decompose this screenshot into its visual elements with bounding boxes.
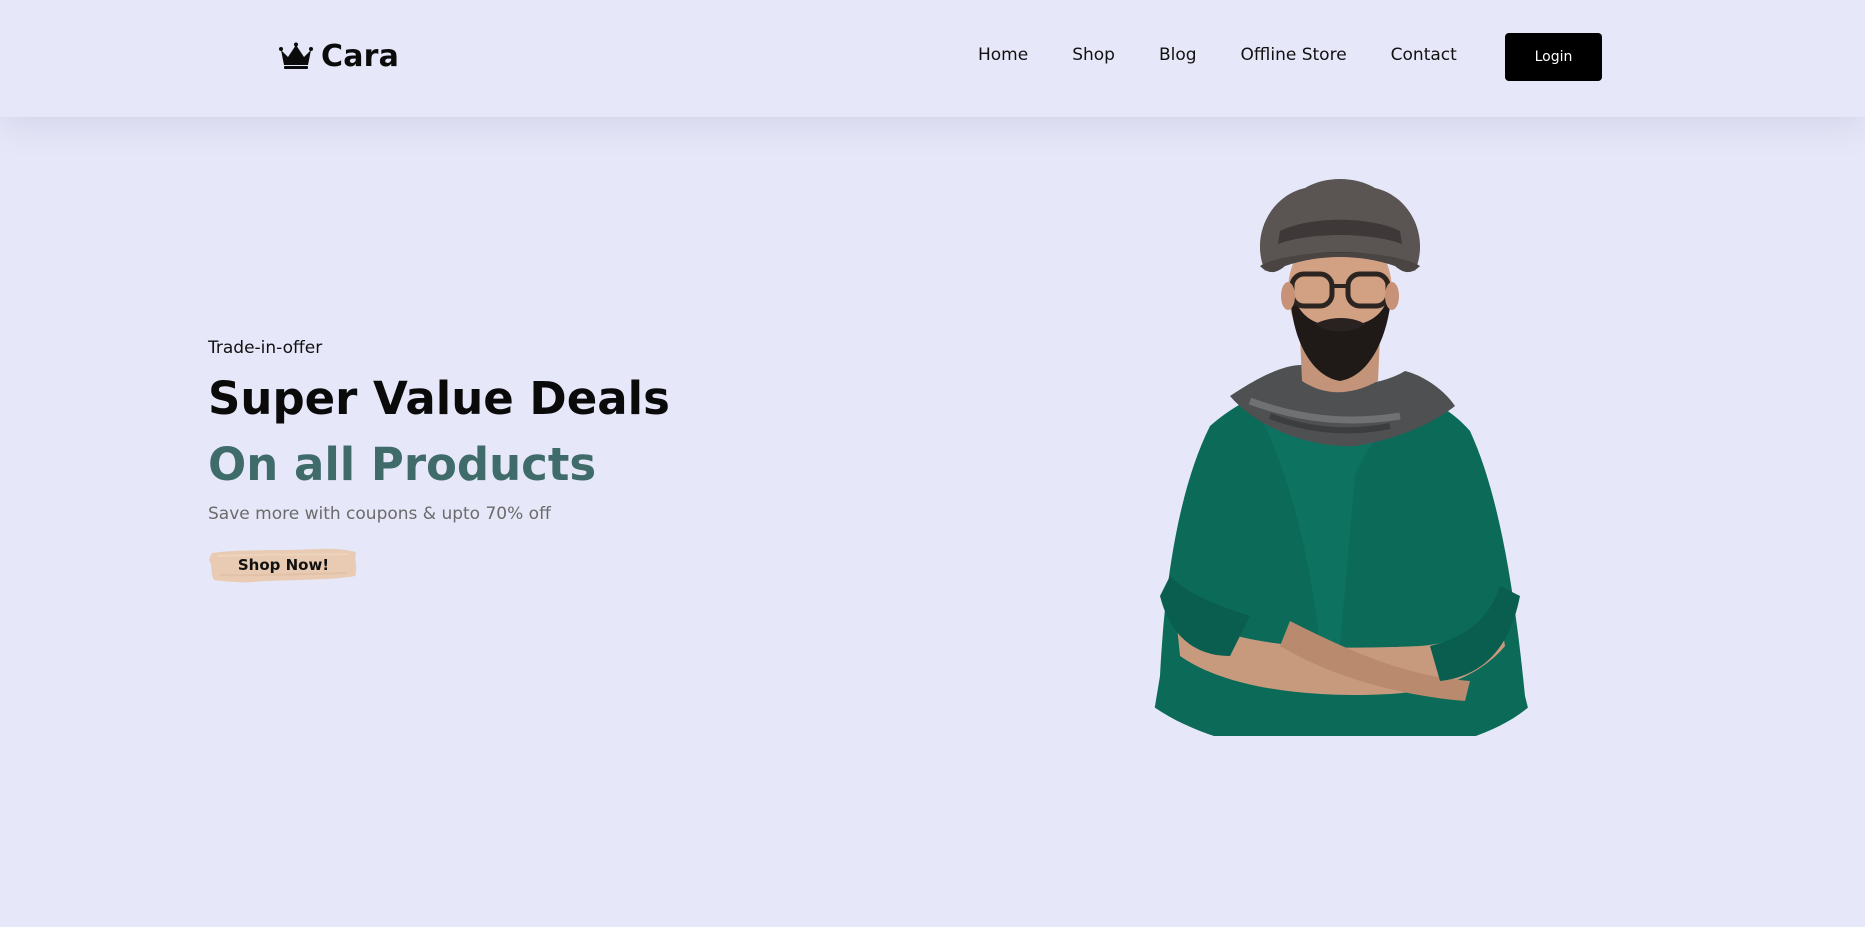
shop-now-label: Shop Now!: [237, 556, 330, 574]
nav-home[interactable]: Home: [978, 45, 1028, 65]
site-header: Cara Home Shop Blog Offline Store Contac…: [0, 0, 1865, 117]
hero-description: Save more with coupons & upto 70% off: [208, 504, 551, 524]
crown-icon: [279, 42, 313, 69]
shop-now-button[interactable]: Shop Now!: [208, 546, 359, 584]
hero-content: Trade-in-offer Super Value Deals On all …: [208, 338, 670, 584]
login-button[interactable]: Login: [1505, 33, 1602, 81]
nav-offline-store[interactable]: Offline Store: [1241, 45, 1347, 65]
logo[interactable]: Cara: [279, 38, 399, 74]
nav-shop[interactable]: Shop: [1072, 45, 1115, 65]
nav-contact[interactable]: Contact: [1391, 45, 1457, 65]
hero-subheadline: On all Products: [208, 438, 597, 491]
hero-headline: Super Value Deals: [208, 372, 670, 425]
nav-blog[interactable]: Blog: [1159, 45, 1197, 65]
hero-kicker: Trade-in-offer: [208, 338, 323, 358]
page: Cara Home Shop Blog Offline Store Contac…: [0, 0, 1865, 927]
logo-text: Cara: [321, 38, 400, 74]
hero-model-image: [1150, 179, 1535, 736]
main-nav: Home Shop Blog Offline Store Contact: [978, 45, 1457, 65]
